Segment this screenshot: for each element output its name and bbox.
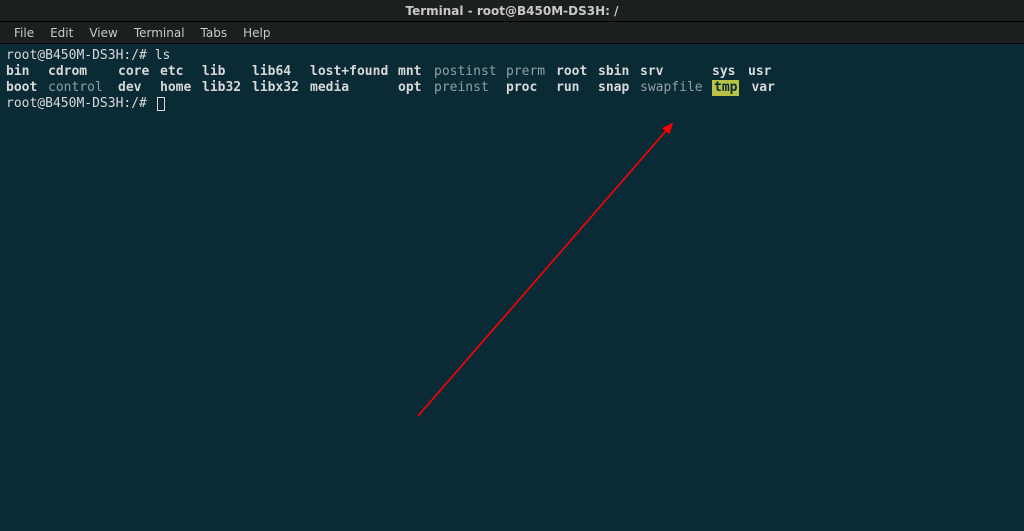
window-title-bar: Terminal - root@B450M-DS3H: / xyxy=(0,0,1024,22)
ls-entry: dev xyxy=(118,80,160,96)
ls-entry: prerm xyxy=(506,64,556,80)
ls-entry: mnt xyxy=(398,64,434,80)
ls-output: bincdromcoreetcliblib64lost+foundmntpost… xyxy=(6,64,1018,96)
ls-entry: sbin xyxy=(598,64,640,80)
ls-entry: lib64 xyxy=(252,64,310,80)
menu-view[interactable]: View xyxy=(81,26,125,40)
ls-row: bootcontroldevhomelib32libx32mediaoptpre… xyxy=(6,80,1018,96)
annotation-arrow xyxy=(0,44,1024,531)
cursor-block xyxy=(157,97,165,111)
ls-entry: swapfile xyxy=(640,80,712,96)
ls-entry: postinst xyxy=(434,64,506,80)
ls-entry: home xyxy=(160,80,202,96)
ls-entry: run xyxy=(556,80,598,96)
ls-entry: snap xyxy=(598,80,640,96)
menu-bar: File Edit View Terminal Tabs Help xyxy=(0,22,1024,44)
ls-entry: boot xyxy=(6,80,48,96)
ls-entry: tmp xyxy=(712,80,739,96)
menu-tabs[interactable]: Tabs xyxy=(193,26,236,40)
ls-entry: root xyxy=(556,64,598,80)
ls-entry: etc xyxy=(160,64,202,80)
ls-entry: bin xyxy=(6,64,48,80)
command-text: ls xyxy=(155,48,171,63)
ls-entry: lib xyxy=(202,64,252,80)
ls-entry: srv xyxy=(640,64,712,80)
shell-prompt: root@B450M-DS3H:/# xyxy=(6,48,155,63)
ls-entry: sys xyxy=(712,64,748,80)
ls-row: bincdromcoreetcliblib64lost+foundmntpost… xyxy=(6,64,1018,80)
ls-entry: opt xyxy=(398,80,434,96)
ls-entry: lost+found xyxy=(310,64,398,80)
ls-entry: libx32 xyxy=(252,80,310,96)
ls-entry: lib32 xyxy=(202,80,252,96)
prompt-line-2: root@B450M-DS3H:/# xyxy=(6,96,1018,112)
ls-entry: preinst xyxy=(434,80,506,96)
menu-terminal[interactable]: Terminal xyxy=(126,26,193,40)
ls-entry: control xyxy=(48,80,118,96)
ls-entry: core xyxy=(118,64,160,80)
ls-entry: usr xyxy=(748,64,784,80)
ls-entry: var xyxy=(751,80,787,96)
ls-entry: media xyxy=(310,80,398,96)
ls-entry: cdrom xyxy=(48,64,118,80)
terminal-body[interactable]: root@B450M-DS3H:/# ls bincdromcoreetclib… xyxy=(0,44,1024,531)
menu-edit[interactable]: Edit xyxy=(42,26,81,40)
ls-entry: proc xyxy=(506,80,556,96)
menu-file[interactable]: File xyxy=(6,26,42,40)
menu-help[interactable]: Help xyxy=(235,26,278,40)
window-title: Terminal - root@B450M-DS3H: / xyxy=(406,4,619,18)
shell-prompt: root@B450M-DS3H:/# xyxy=(6,96,155,111)
prompt-line-1: root@B450M-DS3H:/# ls xyxy=(6,48,1018,64)
